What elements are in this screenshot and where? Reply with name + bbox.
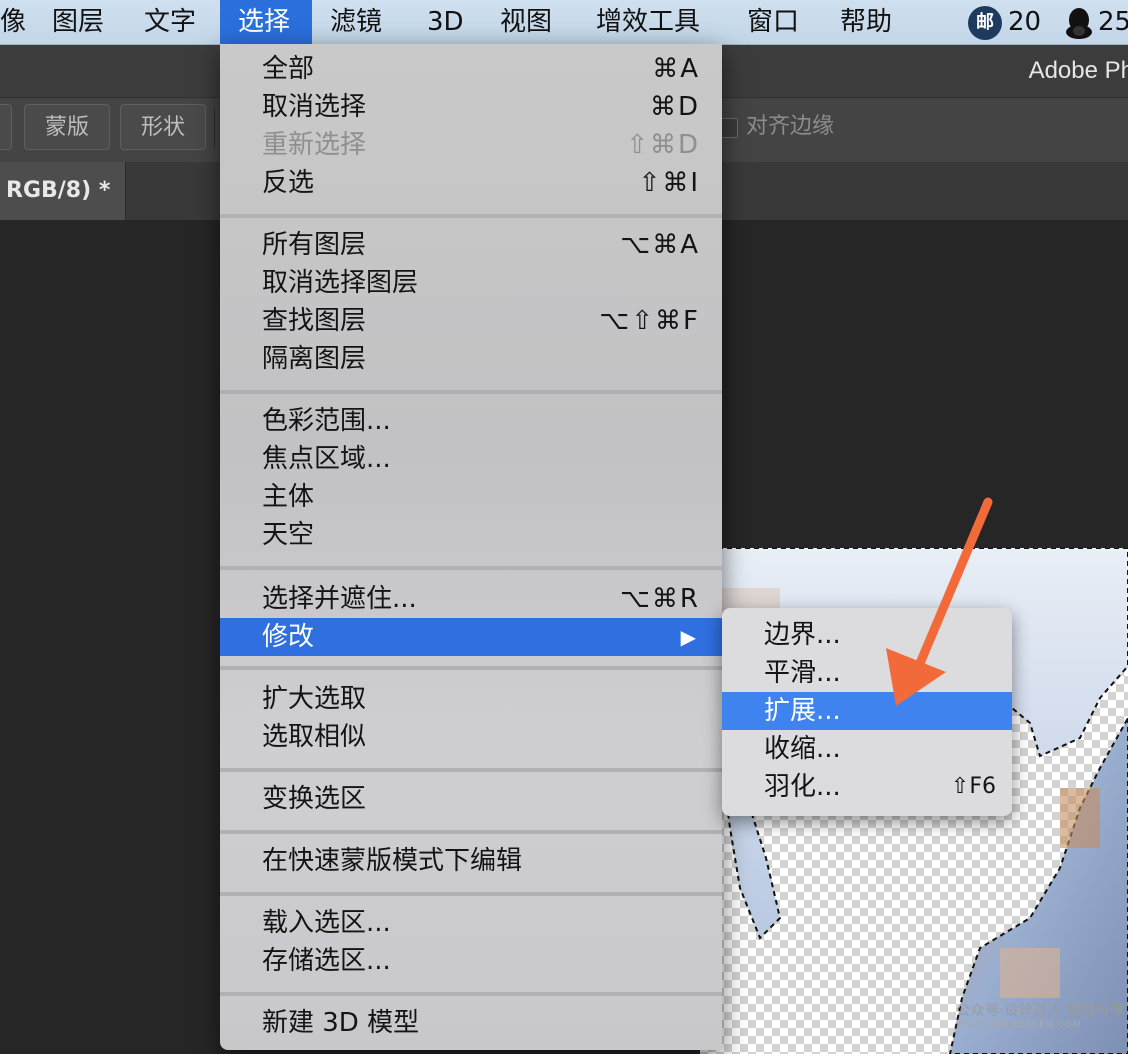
menu-separator (220, 666, 722, 670)
menu-separator (220, 390, 722, 394)
menu-separator (220, 830, 722, 834)
submenu-item-label: 羽化... (764, 772, 841, 802)
submenu-item[interactable]: 平滑... (722, 654, 1012, 692)
menu-separator (220, 214, 722, 218)
menu-item-shortcut: ⌘D (649, 92, 700, 122)
menu-item[interactable]: 修改 ▶ (220, 618, 722, 656)
option-button-partial[interactable] (0, 104, 12, 150)
qq-count: 25 (1098, 7, 1128, 37)
modify-submenu: 边界... 平滑... 扩展... 收缩... 羽化... ⇧F6 (722, 608, 1012, 816)
menu-item[interactable]: 隔离图层 (220, 340, 722, 378)
menu-separator (220, 892, 722, 896)
options-divider (214, 108, 215, 148)
menu-separator (220, 768, 722, 772)
menu-item-label: 全部 (262, 54, 315, 84)
menu-item[interactable]: 载入选区... (220, 904, 722, 942)
submenu-item-label: 平滑... (764, 658, 841, 688)
menu-item[interactable]: 主体 (220, 478, 722, 516)
menu-item-label: 修改 (262, 622, 315, 652)
menu-item-label: 所有图层 (262, 230, 367, 260)
menu-type[interactable]: 文字 (126, 0, 214, 44)
menu-item-shortcut: ⌘A (652, 54, 700, 84)
menu-item[interactable]: 取消选择 ⌘D (220, 88, 722, 126)
watermark-url: WWW.SHEJIDAREN.COM (956, 1020, 1082, 1030)
menu-item-label: 查找图层 (262, 306, 367, 336)
menu-item[interactable]: 变换选区 (220, 780, 722, 818)
submenu-item[interactable]: 扩展... (722, 692, 1012, 730)
submenu-item-label: 扩展... (764, 696, 841, 726)
submenu-item[interactable]: 收缩... (722, 730, 1012, 768)
menu-item[interactable]: 全部 ⌘A (220, 50, 722, 88)
mail-count: 20 (1008, 7, 1042, 37)
menu-layer[interactable]: 图层 (34, 0, 122, 44)
menu-item[interactable]: 所有图层 ⌥⌘A (220, 226, 722, 264)
menu-separator (220, 566, 722, 570)
app-title: Adobe Ph (1028, 57, 1128, 84)
screen: 像 图层 文字 选择 滤镜 3D 视图 增效工具 窗口 帮助 邮 20 25 A… (0, 0, 1128, 1054)
menu-item-label: 反选 (262, 168, 315, 198)
menu-item-label: 天空 (262, 520, 315, 550)
menu-item-shortcut: ⌥⇧⌘F (599, 306, 700, 336)
menu-window[interactable]: 窗口 (729, 0, 817, 44)
menu-item[interactable]: 查找图层 ⌥⇧⌘F (220, 302, 722, 340)
menu-item-label: 取消选择图层 (262, 268, 419, 298)
menu-item-label: 取消选择 (262, 92, 367, 122)
menu-filter[interactable]: 滤镜 (312, 0, 400, 44)
align-edges-label: 对齐边缘 (746, 114, 835, 139)
photo-detail (1000, 948, 1060, 998)
submenu-item-shortcut: ⇧F6 (950, 774, 996, 799)
menu-item[interactable]: 选择并遮住... ⌥⌘R (220, 580, 722, 618)
menu-item[interactable]: 色彩范围... (220, 402, 722, 440)
mail-icon[interactable]: 邮 (968, 6, 1002, 40)
menu-item-label: 选择并遮住... (262, 584, 417, 614)
macos-menu-bar: 像 图层 文字 选择 滤镜 3D 视图 增效工具 窗口 帮助 邮 20 25 (0, 0, 1128, 45)
menu-help[interactable]: 帮助 (822, 0, 910, 44)
menu-item-shortcut: ⇧⌘I (638, 168, 700, 198)
qq-penguin-icon[interactable] (1064, 6, 1094, 40)
menu-item[interactable]: 存储选区... (220, 942, 722, 980)
menu-item[interactable]: 新建 3D 模型 (220, 1004, 722, 1042)
photo-detail (1060, 788, 1100, 848)
menu-select[interactable]: 选择 (220, 0, 312, 44)
menu-item-label: 在快速蒙版模式下编辑 (262, 846, 523, 876)
menu-plugins[interactable]: 增效工具 (578, 0, 718, 44)
menu-item-label: 选取相似 (262, 722, 367, 752)
menu-item[interactable]: 选取相似 (220, 718, 722, 756)
menu-item-label: 主体 (262, 482, 315, 512)
menu-item-shortcut: ⌥⌘A (620, 230, 700, 260)
menu-item[interactable]: 焦点区域... (220, 440, 722, 478)
submenu-arrow-icon: ▶ (680, 625, 696, 649)
menu-view[interactable]: 视图 (482, 0, 570, 44)
submenu-item-label: 边界... (764, 620, 841, 650)
submenu-item[interactable]: 羽化... ⇧F6 (722, 768, 1012, 806)
menu-item[interactable]: 反选 ⇧⌘I (220, 164, 722, 202)
menu-item[interactable]: 取消选择图层 (220, 264, 722, 302)
shape-button[interactable]: 形状 (120, 104, 206, 150)
menu-item-label: 新建 3D 模型 (262, 1008, 420, 1038)
menu-item[interactable]: 天空 (220, 516, 722, 554)
submenu-item[interactable]: 边界... (722, 616, 1012, 654)
select-menu-dropdown: 全部 ⌘A 取消选择 ⌘D 重新选择 ⇧⌘D 反选 ⇧⌘I 所有图层 ⌥⌘A 取消选择图层 查找图层 ⌥… (220, 44, 722, 1050)
menu-item-shortcut: ⌥⌘R (619, 584, 700, 614)
menu-separator (220, 992, 722, 996)
menu-item-label: 焦点区域... (262, 444, 391, 474)
menu-item-shortcut: ⇧⌘D (626, 130, 700, 160)
menu-item-label: 隔离图层 (262, 344, 367, 374)
mask-button[interactable]: 蒙版 (24, 104, 110, 150)
menu-item-label: 存储选区... (262, 946, 391, 976)
watermark-text: 公众号·设计达人 整理分享 (956, 1003, 1126, 1019)
menu-item[interactable]: 扩大选取 (220, 680, 722, 718)
document-tab[interactable]: RGB/8) * (0, 162, 126, 220)
menu-item-label: 扩大选取 (262, 684, 367, 714)
menu-item-label: 变换选区 (262, 784, 367, 814)
menu-3d[interactable]: 3D (409, 0, 482, 44)
submenu-item-label: 收缩... (764, 734, 841, 764)
menu-item-label: 载入选区... (262, 908, 391, 938)
menu-item: 重新选择 ⇧⌘D (220, 126, 722, 164)
menu-item-label: 重新选择 (262, 130, 367, 160)
menu-item-label: 色彩范围... (262, 406, 391, 436)
menu-item[interactable]: 在快速蒙版模式下编辑 (220, 842, 722, 880)
